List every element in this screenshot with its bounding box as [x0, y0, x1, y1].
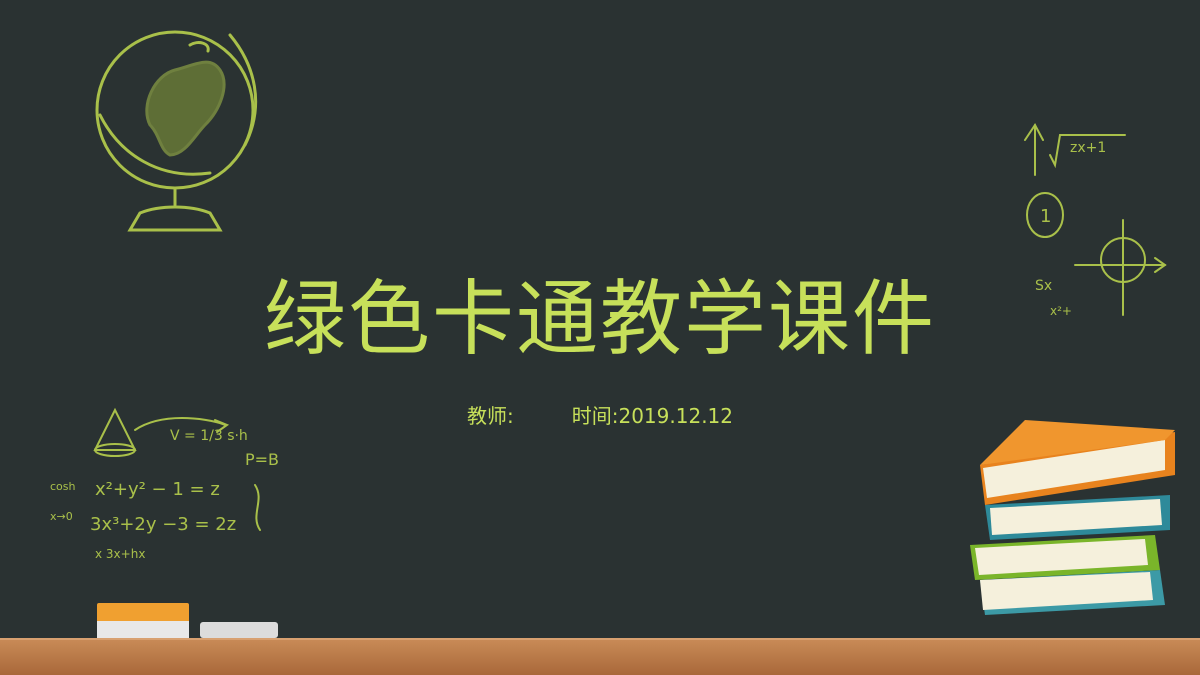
slide-title: 绿色卡通教学课件 — [263, 272, 936, 367]
eraser-icon — [97, 603, 189, 641]
svg-text:V = 1/3 s·h: V = 1/3 s·h — [170, 428, 248, 444]
svg-text:zx+1: zx+1 — [1070, 140, 1106, 156]
svg-text:cosh: cosh — [50, 480, 76, 493]
svg-text:1: 1 — [1040, 206, 1051, 227]
wood-shelf — [0, 640, 1200, 675]
teacher-label: 教师: — [466, 404, 514, 428]
globe-icon — [95, 30, 258, 232]
book-stack-icon — [970, 420, 1175, 615]
chalk-icon — [200, 622, 278, 638]
date-value: 2019.12.12 — [618, 404, 733, 428]
svg-text:x²+y² − 1 = z: x²+y² − 1 = z — [95, 479, 220, 500]
svg-text:x 3x+hx: x 3x+hx — [95, 547, 145, 561]
svg-text:P=B: P=B — [245, 450, 279, 469]
svg-text:3x³+2y −3 = 2z: 3x³+2y −3 = 2z — [90, 514, 236, 535]
time-label: 时间: — [571, 404, 619, 428]
svg-text:x→0: x→0 — [50, 510, 73, 523]
slide-subtitle: 教师: 时间:2019.12.12 — [0, 400, 1200, 429]
